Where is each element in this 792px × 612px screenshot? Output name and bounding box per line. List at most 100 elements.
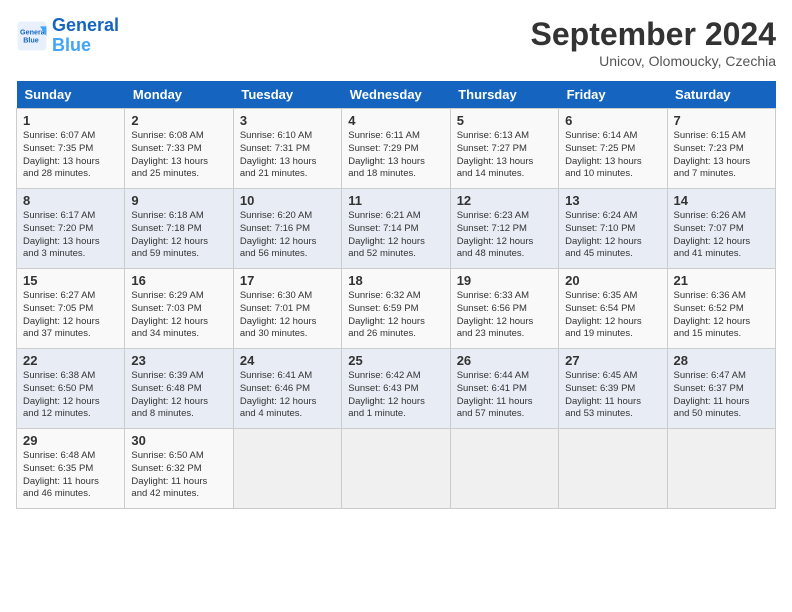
day-info: Sunrise: 6:45 AM Sunset: 6:39 PM Dayligh…: [565, 370, 660, 421]
day-number: 11: [348, 193, 443, 208]
day-number: 2: [131, 113, 226, 128]
calendar-day-cell: 27Sunrise: 6:45 AM Sunset: 6:39 PM Dayli…: [559, 349, 667, 429]
day-number: 26: [457, 353, 552, 368]
day-number: 25: [348, 353, 443, 368]
day-info: Sunrise: 6:44 AM Sunset: 6:41 PM Dayligh…: [457, 370, 552, 421]
day-info: Sunrise: 6:23 AM Sunset: 7:12 PM Dayligh…: [457, 210, 552, 261]
calendar-day-cell: [667, 429, 775, 509]
calendar-day-cell: 25 Sunrise: 6:42 AM Sunset: 6:43 PM Dayli…: [342, 349, 450, 429]
day-info: Sunrise: 6:08 AM Sunset: 7:33 PM Dayligh…: [131, 130, 226, 181]
day-number: 21: [674, 273, 769, 288]
location-title: Unicov, Olomoucky, Czechia: [531, 53, 776, 69]
calendar-day-cell: 26 Sunrise: 6:44 AM Sunset: 6:41 PM Dayli…: [450, 349, 558, 429]
day-info: Sunrise: 6:35 AM Sunset: 6:54 PM Dayligh…: [565, 290, 660, 341]
day-number: 7: [674, 113, 769, 128]
day-number: 28: [674, 353, 769, 368]
day-info: Sunrise: 6:38 AM Sunset: 6:50 PM Dayligh…: [23, 370, 118, 421]
calendar-day-cell: 18 Sunrise: 6:32 AM Sunset: 6:59 PM Dayli…: [342, 269, 450, 349]
calendar-day-cell: 24 Sunrise: 6:41 AM Sunset: 6:46 PM Dayli…: [233, 349, 341, 429]
day-info: Sunrise: 6:14 AM Sunset: 7:25 PM Dayligh…: [565, 130, 660, 181]
weekday-header-sunday: Sunday: [17, 81, 125, 109]
calendar-day-cell: 30 Sunrise: 6:50 AM Sunset: 6:32 PM Dayli…: [125, 429, 233, 509]
day-number: 3: [240, 113, 335, 128]
weekday-header-row: SundayMondayTuesdayWednesdayThursdayFrid…: [17, 81, 776, 109]
day-info: Sunrise: 6:18 AM Sunset: 7:18 PM Dayligh…: [131, 210, 226, 261]
calendar-day-cell: 4 Sunrise: 6:11 AM Sunset: 7:29 PM Daylig…: [342, 109, 450, 189]
calendar-week-row: 8 Sunrise: 6:17 AM Sunset: 7:20 PM Daylig…: [17, 189, 776, 269]
day-number: 20: [565, 273, 660, 288]
calendar-day-cell: 9 Sunrise: 6:18 AM Sunset: 7:18 PM Daylig…: [125, 189, 233, 269]
day-info: Sunrise: 6:41 AM Sunset: 6:46 PM Dayligh…: [240, 370, 335, 421]
day-number: 18: [348, 273, 443, 288]
svg-text:Blue: Blue: [23, 35, 39, 44]
day-number: 24: [240, 353, 335, 368]
calendar-week-row: 29 Sunrise: 6:48 AM Sunset: 6:35 PM Dayli…: [17, 429, 776, 509]
calendar-day-cell: 8 Sunrise: 6:17 AM Sunset: 7:20 PM Daylig…: [17, 189, 125, 269]
weekday-header-wednesday: Wednesday: [342, 81, 450, 109]
day-info: Sunrise: 6:32 AM Sunset: 6:59 PM Dayligh…: [348, 290, 443, 341]
calendar-day-cell: 16 Sunrise: 6:29 AM Sunset: 7:03 PM Dayli…: [125, 269, 233, 349]
day-number: 16: [131, 273, 226, 288]
calendar-day-cell: 28 Sunrise: 6:47 AM Sunset: 6:37 PM Dayli…: [667, 349, 775, 429]
day-info: Sunrise: 6:11 AM Sunset: 7:29 PM Dayligh…: [348, 130, 443, 181]
calendar-day-cell: 3Sunrise: 6:10 AM Sunset: 7:31 PM Daylig…: [233, 109, 341, 189]
day-number: 19: [457, 273, 552, 288]
weekday-header-tuesday: Tuesday: [233, 81, 341, 109]
day-number: 13: [565, 193, 660, 208]
day-number: 22: [23, 353, 118, 368]
day-info: Sunrise: 6:48 AM Sunset: 6:35 PM Dayligh…: [23, 450, 118, 501]
weekday-header-saturday: Saturday: [667, 81, 775, 109]
calendar-day-cell: 12 Sunrise: 6:23 AM Sunset: 7:12 PM Dayli…: [450, 189, 558, 269]
day-number: 12: [457, 193, 552, 208]
calendar-day-cell: [342, 429, 450, 509]
calendar-day-cell: 13Sunrise: 6:24 AM Sunset: 7:10 PM Dayli…: [559, 189, 667, 269]
day-number: 10: [240, 193, 335, 208]
calendar-day-cell: [559, 429, 667, 509]
day-info: Sunrise: 6:27 AM Sunset: 7:05 PM Dayligh…: [23, 290, 118, 341]
calendar-day-cell: 20 Sunrise: 6:35 AM Sunset: 6:54 PM Dayli…: [559, 269, 667, 349]
day-number: 14: [674, 193, 769, 208]
calendar-table: SundayMondayTuesdayWednesdayThursdayFrid…: [16, 81, 776, 509]
logo-text: GeneralBlue: [52, 16, 119, 56]
weekday-header-friday: Friday: [559, 81, 667, 109]
logo: General Blue GeneralBlue: [16, 16, 119, 56]
day-number: 15: [23, 273, 118, 288]
calendar-day-cell: 21Sunrise: 6:36 AM Sunset: 6:52 PM Dayli…: [667, 269, 775, 349]
weekday-header-monday: Monday: [125, 81, 233, 109]
day-info: Sunrise: 6:47 AM Sunset: 6:37 PM Dayligh…: [674, 370, 769, 421]
day-info: Sunrise: 6:17 AM Sunset: 7:20 PM Dayligh…: [23, 210, 118, 261]
title-block: September 2024 Unicov, Olomoucky, Czechi…: [531, 16, 776, 69]
calendar-day-cell: 6 Sunrise: 6:14 AM Sunset: 7:25 PM Daylig…: [559, 109, 667, 189]
day-info: Sunrise: 6:07 AM Sunset: 7:35 PM Dayligh…: [23, 130, 118, 181]
calendar-week-row: 22 Sunrise: 6:38 AM Sunset: 6:50 PM Dayli…: [17, 349, 776, 429]
calendar-day-cell: 17Sunrise: 6:30 AM Sunset: 7:01 PM Dayli…: [233, 269, 341, 349]
calendar-week-row: 1 Sunrise: 6:07 AM Sunset: 7:35 PM Daylig…: [17, 109, 776, 189]
day-number: 23: [131, 353, 226, 368]
calendar-day-cell: 11 Sunrise: 6:21 AM Sunset: 7:14 PM Dayli…: [342, 189, 450, 269]
calendar-day-cell: 5Sunrise: 6:13 AM Sunset: 7:27 PM Daylig…: [450, 109, 558, 189]
day-number: 30: [131, 433, 226, 448]
day-info: Sunrise: 6:21 AM Sunset: 7:14 PM Dayligh…: [348, 210, 443, 261]
day-number: 6: [565, 113, 660, 128]
day-info: Sunrise: 6:39 AM Sunset: 6:48 PM Dayligh…: [131, 370, 226, 421]
day-number: 9: [131, 193, 226, 208]
calendar-day-cell: 19Sunrise: 6:33 AM Sunset: 6:56 PM Dayli…: [450, 269, 558, 349]
day-info: Sunrise: 6:42 AM Sunset: 6:43 PM Dayligh…: [348, 370, 443, 421]
day-number: 1: [23, 113, 118, 128]
calendar-day-cell: 10Sunrise: 6:20 AM Sunset: 7:16 PM Dayli…: [233, 189, 341, 269]
day-number: 29: [23, 433, 118, 448]
logo-icon: General Blue: [16, 20, 48, 52]
day-number: 8: [23, 193, 118, 208]
day-info: Sunrise: 6:13 AM Sunset: 7:27 PM Dayligh…: [457, 130, 552, 181]
page-header: General Blue GeneralBlue September 2024 …: [16, 16, 776, 69]
calendar-day-cell: 15 Sunrise: 6:27 AM Sunset: 7:05 PM Dayli…: [17, 269, 125, 349]
weekday-header-thursday: Thursday: [450, 81, 558, 109]
day-info: Sunrise: 6:29 AM Sunset: 7:03 PM Dayligh…: [131, 290, 226, 341]
calendar-day-cell: [233, 429, 341, 509]
day-number: 17: [240, 273, 335, 288]
calendar-day-cell: [450, 429, 558, 509]
calendar-day-cell: 23 Sunrise: 6:39 AM Sunset: 6:48 PM Dayli…: [125, 349, 233, 429]
day-number: 4: [348, 113, 443, 128]
calendar-day-cell: 22 Sunrise: 6:38 AM Sunset: 6:50 PM Dayli…: [17, 349, 125, 429]
day-info: Sunrise: 6:50 AM Sunset: 6:32 PM Dayligh…: [131, 450, 226, 501]
